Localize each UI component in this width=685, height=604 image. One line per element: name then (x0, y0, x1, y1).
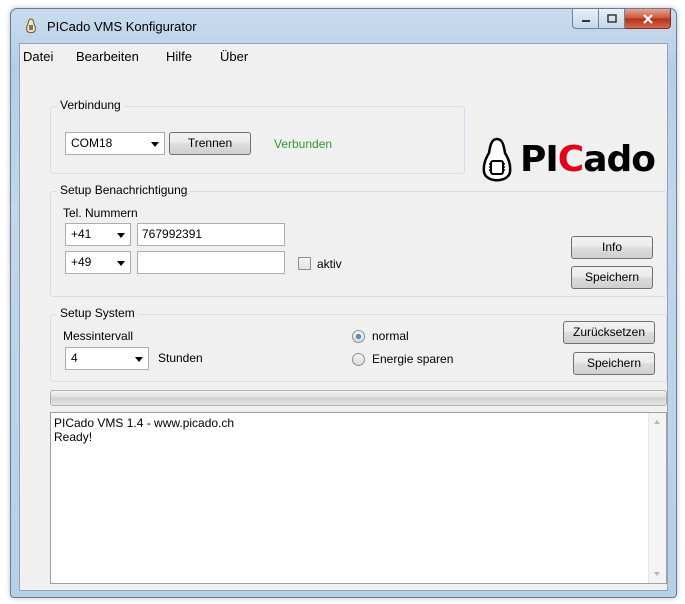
connection-group-title: Verbindung (57, 98, 124, 112)
active-checkbox[interactable] (298, 257, 311, 270)
interval-select[interactable]: 4 (65, 347, 149, 370)
chevron-down-icon (117, 233, 125, 238)
country-code-value-1: +41 (71, 227, 92, 241)
menu-bar: Datei Bearbeiten Hilfe Über (20, 44, 667, 68)
logo-wordmark: PICado (520, 139, 656, 180)
phone-number-input-2[interactable] (137, 251, 285, 274)
log-line: PICado VMS 1.4 - www.picado.ch (54, 416, 235, 430)
mode-normal-label: normal (372, 329, 409, 343)
chevron-down-icon (117, 261, 125, 266)
mode-energy-label: Energie sparen (372, 352, 454, 366)
country-code-select-1[interactable]: +41 (65, 223, 131, 246)
minimize-icon (581, 19, 590, 22)
scroll-down-icon[interactable] (654, 572, 660, 576)
system-group: Setup System Messintervall 4 Stunden nor… (50, 306, 667, 382)
save-notification-button[interactable]: Speichern (571, 266, 653, 289)
active-label: aktiv (317, 257, 342, 271)
chevron-down-icon (135, 357, 143, 362)
logo-text-red: C (557, 139, 584, 180)
connection-group: Verbindung COM18 Trennen Verbunden (50, 98, 465, 174)
log-scrollbar[interactable] (648, 413, 666, 583)
system-group-title: Setup System (57, 306, 138, 320)
close-button[interactable] (625, 9, 671, 29)
mode-normal-radio[interactable] (352, 330, 365, 343)
reset-button[interactable]: Zurücksetzen (563, 321, 655, 344)
info-button[interactable]: Info (571, 236, 653, 259)
scroll-up-icon[interactable] (654, 420, 660, 424)
menu-datei[interactable]: Datei (23, 49, 53, 64)
maximize-button[interactable] (599, 9, 625, 29)
maximize-icon (606, 13, 617, 23)
menu-ueber[interactable]: Über (220, 49, 248, 64)
app-icon (26, 18, 36, 33)
log-line: Ready! (54, 430, 93, 444)
menu-bearbeiten[interactable]: Bearbeiten (76, 49, 139, 64)
picado-logo: PICado (480, 137, 660, 189)
country-code-select-2[interactable]: +49 (65, 251, 131, 274)
mode-energy-radio[interactable] (352, 353, 365, 366)
log-output[interactable]: PICado VMS 1.4 - www.picado.ch Ready! (50, 412, 667, 584)
logo-text-prefix: PI (520, 139, 559, 180)
interval-value: 4 (71, 351, 78, 365)
logo-text-suffix: ado (583, 139, 656, 180)
country-code-value-2: +49 (71, 255, 92, 269)
log-lines: PICado VMS 1.4 - www.picado.ch Ready! (54, 416, 234, 444)
title-bar[interactable]: PICado VMS Konfigurator (11, 9, 676, 43)
chevron-down-icon (151, 142, 159, 147)
pear-chip-icon (482, 137, 512, 182)
client-area: Datei Bearbeiten Hilfe Über Verbindung C… (19, 43, 668, 591)
connection-status: Verbunden (274, 137, 333, 151)
caption-buttons (572, 9, 671, 31)
notification-group: Setup Benachrichtigung Tel. Nummern +41 … (50, 183, 667, 297)
progress-bar (50, 390, 667, 406)
port-select[interactable]: COM18 (65, 132, 165, 155)
window-title: PICado VMS Konfigurator (47, 19, 197, 34)
close-icon (642, 13, 653, 24)
app-window: PICado VMS Konfigurator Datei Bearbeiten… (10, 8, 677, 598)
phone-number-input-1[interactable]: 767992391 (137, 223, 285, 246)
phone-numbers-label: Tel. Nummern (63, 206, 138, 220)
minimize-button[interactable] (572, 9, 599, 29)
port-select-value: COM18 (71, 136, 113, 150)
menu-hilfe[interactable]: Hilfe (166, 49, 192, 64)
interval-unit: Stunden (158, 351, 203, 365)
disconnect-button[interactable]: Trennen (169, 132, 251, 155)
interval-label: Messintervall (63, 329, 134, 343)
radio-selected-dot (356, 334, 361, 339)
notification-group-title: Setup Benachrichtigung (57, 183, 191, 197)
save-system-button[interactable]: Speichern (573, 352, 655, 375)
